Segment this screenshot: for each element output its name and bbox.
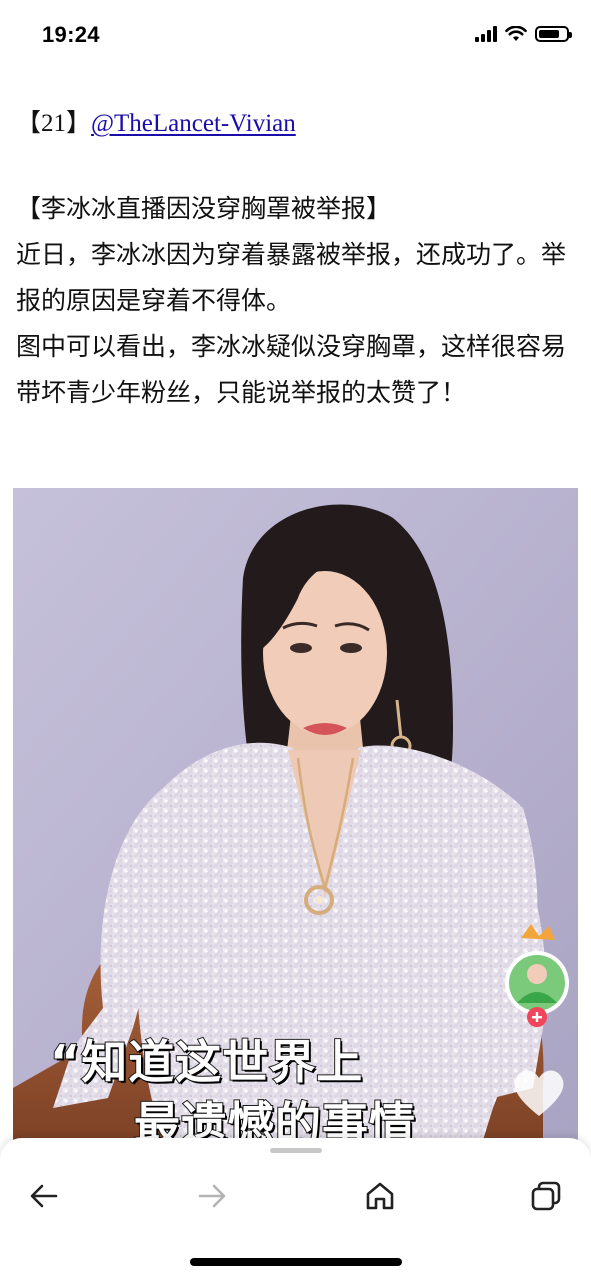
battery-icon <box>535 26 572 42</box>
tabs-icon <box>531 1181 561 1211</box>
forward-arrow-icon <box>198 1184 226 1208</box>
author-link[interactable]: @TheLancet-Vivian <box>91 110 296 137</box>
wifi-icon <box>505 26 527 41</box>
cellular-signal-icon <box>475 26 497 42</box>
back-arrow-icon <box>30 1184 58 1208</box>
status-bar: 19:24 <box>0 0 591 72</box>
sheet-grabber[interactable] <box>270 1148 322 1153</box>
tabs-button[interactable] <box>522 1172 570 1220</box>
home-icon <box>366 1182 394 1210</box>
post-paragraph: 图中可以看出，李冰冰疑似没穿胸罩，这样很容易带坏青少年粉丝，只能说举报的太赞了！ <box>16 332 567 407</box>
article: 【21】@TheLancet-Vivian 【李冰冰直播因没穿胸罩被举报】 近日… <box>16 104 576 416</box>
back-button[interactable] <box>20 1172 68 1220</box>
post-paragraph: 近日，李冰冰因为穿着暴露被举报，还成功了。举报的原因是穿着不得体。 <box>16 240 567 315</box>
post-body: 近日，李冰冰因为穿着暴露被举报，还成功了。举报的原因是穿着不得体。 图中可以看出… <box>16 232 576 416</box>
post-title: 【李冰冰直播因没穿胸罩被举报】 <box>16 194 392 223</box>
follow-plus-icon[interactable] <box>527 1007 547 1027</box>
home-indicator[interactable] <box>190 1258 402 1266</box>
home-button[interactable] <box>356 1172 404 1220</box>
forward-button[interactable] <box>188 1172 236 1220</box>
post-number: 【21】 <box>16 110 92 137</box>
post-header: 【21】@TheLancet-Vivian <box>16 104 576 144</box>
photo-caption-line-1: “知道这世界上 <box>49 1034 364 1090</box>
status-time: 19:24 <box>42 22 100 47</box>
status-icons <box>475 26 572 42</box>
